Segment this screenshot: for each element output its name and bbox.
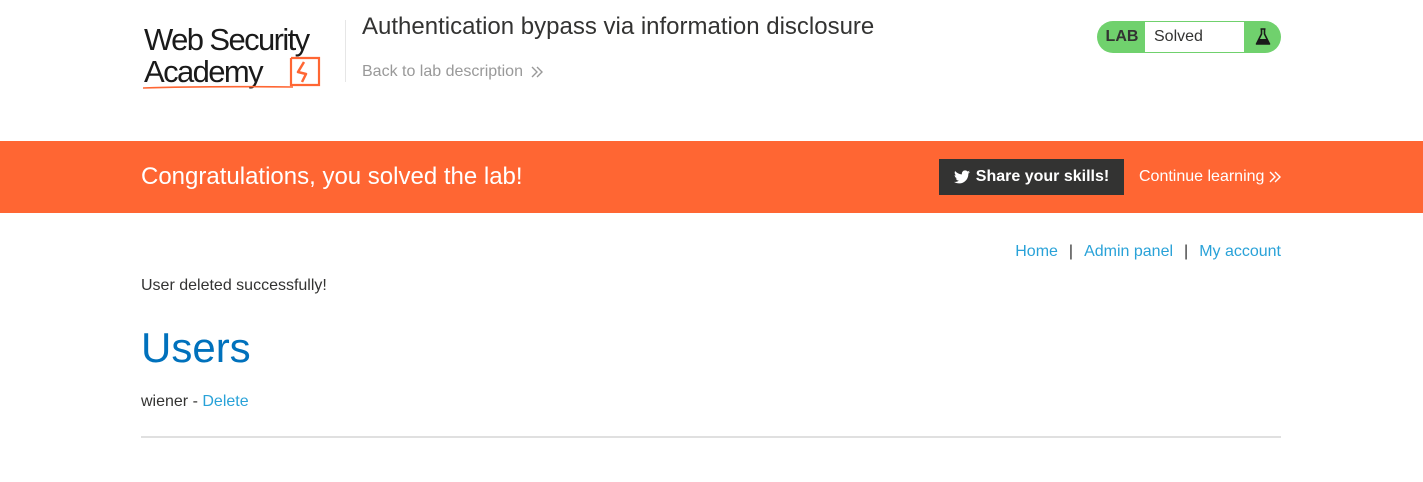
web-security-academy-logo[interactable]: Web Security Academy	[143, 20, 345, 92]
svg-text:Academy: Academy	[144, 54, 264, 89]
double-chevron-right-icon	[1269, 171, 1282, 183]
lab-title: Authentication bypass via information di…	[362, 13, 875, 40]
status-message: User deleted successfully!	[141, 277, 327, 294]
share-your-skills-button[interactable]: Share your skills!	[939, 159, 1124, 195]
page-header: Web Security Academy Authentication bypa…	[0, 0, 1423, 141]
lab-status-tag: LAB	[1105, 28, 1139, 45]
continue-learning-label: Continue learning	[1139, 168, 1265, 185]
page-title: Users	[141, 324, 251, 371]
congratulations-message: Congratulations, you solved the lab!	[141, 163, 523, 190]
double-chevron-right-icon	[531, 66, 543, 78]
lab-status-value: Solved	[1145, 22, 1244, 52]
solved-banner: Congratulations, you solved the lab! Sha…	[0, 141, 1423, 213]
nav-link-admin-panel[interactable]: Admin panel	[1084, 242, 1173, 262]
nav-separator: |	[1068, 243, 1074, 260]
delete-user-link[interactable]: Delete	[202, 393, 248, 410]
user-separator: -	[188, 393, 203, 410]
nav-separator: |	[1184, 243, 1189, 260]
top-navigation: Home | Admin panel | My account	[1015, 242, 1281, 262]
back-to-lab-description-link[interactable]: Back to lab description	[362, 62, 543, 82]
horizontal-divider	[141, 436, 1281, 438]
user-name: wiener	[141, 393, 189, 410]
lab-status-badge: LAB Solved	[1097, 21, 1281, 53]
header-divider	[345, 20, 346, 82]
nav-link-my-account[interactable]: My account	[1199, 242, 1281, 262]
flask-icon	[1244, 21, 1281, 53]
nav-link-home[interactable]: Home	[1015, 242, 1058, 262]
continue-learning-link[interactable]: Continue learning	[1139, 167, 1282, 187]
twitter-icon	[953, 170, 970, 184]
share-button-label: Share your skills!	[975, 168, 1110, 185]
list-item: wiener - Delete	[141, 392, 249, 412]
svg-text:Web Security: Web Security	[144, 22, 311, 57]
back-link-label: Back to lab description	[362, 63, 523, 80]
